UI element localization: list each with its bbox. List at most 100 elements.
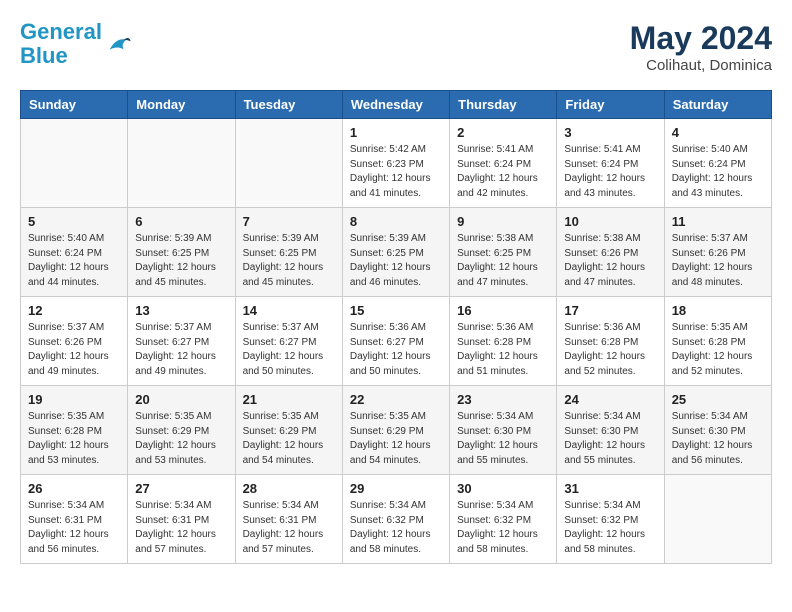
calendar-day-cell: 11 Sunrise: 5:37 AM Sunset: 6:26 PM Dayli… [664, 208, 771, 297]
day-number: 14 [243, 303, 335, 318]
weekday-header-cell: Wednesday [342, 91, 449, 119]
day-info: Sunrise: 5:34 AM Sunset: 6:30 PM Dayligh… [672, 410, 764, 468]
day-number: 31 [564, 481, 656, 496]
day-info: Sunrise: 5:41 AM Sunset: 6:24 PM Dayligh… [564, 143, 656, 201]
day-number: 27 [135, 481, 227, 496]
calendar-day-cell: 5 Sunrise: 5:40 AM Sunset: 6:24 PM Daylig… [21, 208, 128, 297]
day-info: Sunrise: 5:34 AM Sunset: 6:31 PM Dayligh… [28, 499, 120, 557]
weekday-header-row: SundayMondayTuesdayWednesdayThursdayFrid… [21, 91, 772, 119]
day-info: Sunrise: 5:42 AM Sunset: 6:23 PM Dayligh… [350, 143, 442, 201]
day-number: 24 [564, 392, 656, 407]
location-subtitle: Colihaut, Dominica [630, 57, 772, 74]
day-info: Sunrise: 5:34 AM Sunset: 6:30 PM Dayligh… [457, 410, 549, 468]
calendar-week-row: 19 Sunrise: 5:35 AM Sunset: 6:28 PM Dayli… [21, 386, 772, 475]
calendar-day-cell [128, 119, 235, 208]
day-info: Sunrise: 5:34 AM Sunset: 6:32 PM Dayligh… [350, 499, 442, 557]
day-info: Sunrise: 5:36 AM Sunset: 6:27 PM Dayligh… [350, 321, 442, 379]
calendar-day-cell: 6Sunrise: 5:39 AM Sunset: 6:25 PM Daylig… [128, 208, 235, 297]
calendar-day-cell: 12Sunrise: 5:37 AM Sunset: 6:26 PM Dayli… [21, 297, 128, 386]
day-number: 25 [672, 392, 764, 407]
day-info: Sunrise: 5:37 AM Sunset: 6:27 PM Dayligh… [243, 321, 335, 379]
day-info: Sunrise: 5:37 AM Sunset: 6:26 PM Dayligh… [672, 232, 764, 290]
day-number: 19 [28, 392, 120, 407]
calendar-day-cell: 21 Sunrise: 5:35 AM Sunset: 6:29 PM Dayli… [235, 386, 342, 475]
day-number: 20 [135, 392, 227, 407]
calendar-day-cell: 3Sunrise: 5:41 AM Sunset: 6:24 PM Daylig… [557, 119, 664, 208]
calendar-day-cell: 14 Sunrise: 5:37 AM Sunset: 6:27 PM Dayli… [235, 297, 342, 386]
day-number: 30 [457, 481, 549, 496]
calendar-week-row: 1Sunrise: 5:42 AM Sunset: 6:23 PM Daylig… [21, 119, 772, 208]
day-number: 21 [243, 392, 335, 407]
day-number: 28 [243, 481, 335, 496]
day-info: Sunrise: 5:40 AM Sunset: 6:24 PM Dayligh… [28, 232, 120, 290]
calendar-day-cell: 18 Sunrise: 5:35 AM Sunset: 6:28 PM Dayli… [664, 297, 771, 386]
calendar-day-cell: 10 Sunrise: 5:38 AM Sunset: 6:26 PM Dayli… [557, 208, 664, 297]
day-number: 26 [28, 481, 120, 496]
day-info: Sunrise: 5:37 AM Sunset: 6:27 PM Dayligh… [135, 321, 227, 379]
day-number: 12 [28, 303, 120, 318]
day-info: Sunrise: 5:38 AM Sunset: 6:26 PM Dayligh… [564, 232, 656, 290]
calendar-day-cell: 20 Sunrise: 5:35 AM Sunset: 6:29 PM Dayli… [128, 386, 235, 475]
calendar-day-cell [235, 119, 342, 208]
calendar-day-cell: 31 Sunrise: 5:34 AM Sunset: 6:32 PM Dayli… [557, 475, 664, 564]
calendar-day-cell: 28 Sunrise: 5:34 AM Sunset: 6:31 PM Dayli… [235, 475, 342, 564]
day-info: Sunrise: 5:35 AM Sunset: 6:28 PM Dayligh… [672, 321, 764, 379]
weekday-header-cell: Friday [557, 91, 664, 119]
day-info: Sunrise: 5:41 AM Sunset: 6:24 PM Dayligh… [457, 143, 549, 201]
day-info: Sunrise: 5:34 AM Sunset: 6:31 PM Dayligh… [243, 499, 335, 557]
calendar-day-cell: 27Sunrise: 5:34 AM Sunset: 6:31 PM Dayli… [128, 475, 235, 564]
calendar-week-row: 12Sunrise: 5:37 AM Sunset: 6:26 PM Dayli… [21, 297, 772, 386]
weekday-header-cell: Tuesday [235, 91, 342, 119]
calendar-body: 1Sunrise: 5:42 AM Sunset: 6:23 PM Daylig… [21, 119, 772, 564]
day-number: 17 [564, 303, 656, 318]
calendar-day-cell: 4Sunrise: 5:40 AM Sunset: 6:24 PM Daylig… [664, 119, 771, 208]
logo-bird-icon [104, 30, 132, 58]
day-number: 22 [350, 392, 442, 407]
day-number: 13 [135, 303, 227, 318]
weekday-header-cell: Sunday [21, 91, 128, 119]
day-number: 7 [243, 214, 335, 229]
page-header: General Blue May 2024 Colihaut, Dominica [20, 20, 772, 74]
calendar-day-cell: 9 Sunrise: 5:38 AM Sunset: 6:25 PM Daylig… [450, 208, 557, 297]
day-info: Sunrise: 5:34 AM Sunset: 6:30 PM Dayligh… [564, 410, 656, 468]
calendar-day-cell: 7Sunrise: 5:39 AM Sunset: 6:25 PM Daylig… [235, 208, 342, 297]
calendar-day-cell: 15 Sunrise: 5:36 AM Sunset: 6:27 PM Dayli… [342, 297, 449, 386]
day-info: Sunrise: 5:38 AM Sunset: 6:25 PM Dayligh… [457, 232, 549, 290]
calendar-day-cell: 25 Sunrise: 5:34 AM Sunset: 6:30 PM Dayli… [664, 386, 771, 475]
day-number: 18 [672, 303, 764, 318]
day-info: Sunrise: 5:35 AM Sunset: 6:29 PM Dayligh… [135, 410, 227, 468]
calendar-day-cell: 1Sunrise: 5:42 AM Sunset: 6:23 PM Daylig… [342, 119, 449, 208]
calendar-day-cell [664, 475, 771, 564]
month-year-title: May 2024 [630, 20, 772, 57]
day-number: 29 [350, 481, 442, 496]
calendar-table: SundayMondayTuesdayWednesdayThursdayFrid… [20, 90, 772, 564]
day-info: Sunrise: 5:39 AM Sunset: 6:25 PM Dayligh… [350, 232, 442, 290]
calendar-day-cell [21, 119, 128, 208]
logo-text: General Blue [20, 20, 102, 68]
day-info: Sunrise: 5:35 AM Sunset: 6:28 PM Dayligh… [28, 410, 120, 468]
logo: General Blue [20, 20, 132, 68]
calendar-day-cell: 30 Sunrise: 5:34 AM Sunset: 6:32 PM Dayli… [450, 475, 557, 564]
day-number: 10 [564, 214, 656, 229]
weekday-header-cell: Thursday [450, 91, 557, 119]
calendar-day-cell: 23Sunrise: 5:34 AM Sunset: 6:30 PM Dayli… [450, 386, 557, 475]
calendar-day-cell: 16Sunrise: 5:36 AM Sunset: 6:28 PM Dayli… [450, 297, 557, 386]
day-number: 15 [350, 303, 442, 318]
calendar-day-cell: 19 Sunrise: 5:35 AM Sunset: 6:28 PM Dayli… [21, 386, 128, 475]
weekday-header-cell: Monday [128, 91, 235, 119]
day-info: Sunrise: 5:34 AM Sunset: 6:32 PM Dayligh… [564, 499, 656, 557]
day-info: Sunrise: 5:36 AM Sunset: 6:28 PM Dayligh… [564, 321, 656, 379]
day-number: 11 [672, 214, 764, 229]
day-info: Sunrise: 5:35 AM Sunset: 6:29 PM Dayligh… [350, 410, 442, 468]
day-number: 2 [457, 125, 549, 140]
day-number: 9 [457, 214, 549, 229]
calendar-day-cell: 24 Sunrise: 5:34 AM Sunset: 6:30 PM Dayli… [557, 386, 664, 475]
day-info: Sunrise: 5:40 AM Sunset: 6:24 PM Dayligh… [672, 143, 764, 201]
day-info: Sunrise: 5:35 AM Sunset: 6:29 PM Dayligh… [243, 410, 335, 468]
calendar-day-cell: 22 Sunrise: 5:35 AM Sunset: 6:29 PM Dayli… [342, 386, 449, 475]
day-number: 5 [28, 214, 120, 229]
calendar-week-row: 5 Sunrise: 5:40 AM Sunset: 6:24 PM Daylig… [21, 208, 772, 297]
day-info: Sunrise: 5:34 AM Sunset: 6:32 PM Dayligh… [457, 499, 549, 557]
calendar-day-cell: 29 Sunrise: 5:34 AM Sunset: 6:32 PM Dayli… [342, 475, 449, 564]
calendar-day-cell: 17 Sunrise: 5:36 AM Sunset: 6:28 PM Dayli… [557, 297, 664, 386]
